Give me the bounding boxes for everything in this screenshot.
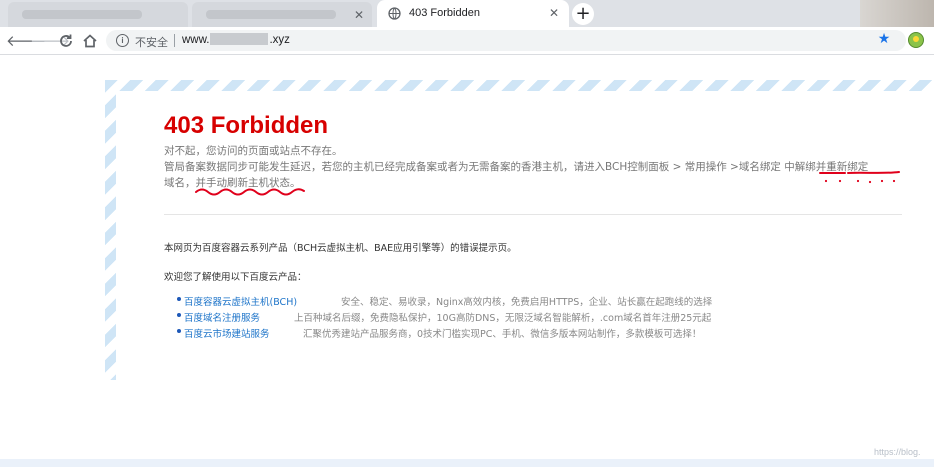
new-tab-button[interactable]: + [572,3,594,25]
annotation-underline-1 [819,172,846,183]
product-link[interactable]: 百度域名注册服务 [184,310,260,324]
bullet-icon [177,313,181,317]
products-intro: 欢迎您了解使用以下百度云产品： [164,272,307,283]
annotation-wavy-underline [195,188,305,196]
reload-icon[interactable] [56,31,76,51]
tab-active[interactable]: 403 Forbidden ✕ [377,0,569,27]
product-desc: 安全、稳定、易收录，Nginx高效内核，免费启用HTTPS，企业、站长赢在起跑线… [341,297,713,308]
bottom-bar [0,459,934,467]
close-icon[interactable]: ✕ [547,6,561,20]
url-text[interactable]: www. .xyz [182,33,290,46]
list-item: 百度容器云虚拟主机(BCH) 安全、稳定、易收录，Nginx高效内核，免费启用H… [177,294,712,308]
toolbar: 🡐 🡒 i 不安全 www. .xyz [0,27,934,55]
home-icon[interactable] [80,31,100,51]
list-item: 百度域名注册服务 上百种域名后缀，免费隐私保护，10G高防DNS，无限泛域名智能… [177,310,711,324]
stripe-border-top [105,80,934,91]
tab-blurred-2[interactable]: ✕ [192,2,372,27]
bullet-icon [177,329,181,333]
forward-arrow-icon[interactable]: 🡒 [30,31,70,51]
url-prefix: www. [182,34,210,46]
divider [164,214,902,215]
window-controls-blurred [860,0,934,27]
message-line-1: 对不起，您访问的页面或站点不存在。 [164,145,343,157]
page-note: 本网页为百度容器云系列产品（BCH云虚拟主机、BAE应用引擎等）的错误提示页。 [164,243,517,254]
bullet-icon [177,297,181,301]
separator [174,34,175,47]
bookmark-star-icon[interactable]: ★ [876,31,892,47]
security-label: 不安全 [135,36,168,49]
product-desc: 上百种域名后缀，免费隐私保护，10G高防DNS，无限泛域名智能解析，.com域名… [294,313,712,324]
tab-blurred-title [206,10,336,19]
info-icon[interactable]: i [116,34,129,47]
tab-blurred-1[interactable] [8,2,188,27]
url-redacted [210,33,269,45]
stripe-border-left [105,80,116,380]
message-line-2: 管局备案数据同步可能发生延迟，若您的主机已经完成备案或者为无需备案的香港主机，请… [164,161,869,173]
list-item: 百度云市场建站服务 汇聚优秀建站产品服务商，0技术门槛实现PC、手机、微信多版本… [177,326,701,340]
tab-strip: ✕ 403 Forbidden ✕ + [0,0,934,27]
close-icon[interactable]: ✕ [352,8,366,22]
extension-icon[interactable] [908,32,924,48]
watermark: https://blog. [874,447,921,457]
page-title: 403 Forbidden [164,112,329,139]
address-bar[interactable]: i 不安全 www. .xyz [106,30,906,51]
product-link[interactable]: 百度容器云虚拟主机(BCH) [184,294,297,308]
product-link[interactable]: 百度云市场建站服务 [184,326,270,340]
globe-icon [388,7,401,20]
tab-title: 403 Forbidden [409,7,480,19]
url-suffix: .xyz [269,34,290,46]
product-desc: 汇聚优秀建站产品服务商，0技术门槛实现PC、手机、微信多版本网站制作，多款模板可… [303,329,702,340]
annotation-underline-2 [847,171,900,184]
back-arrow-icon[interactable]: 🡐 [6,31,46,51]
tab-blurred-title [22,10,142,19]
